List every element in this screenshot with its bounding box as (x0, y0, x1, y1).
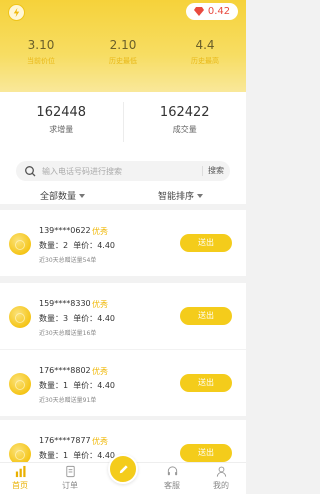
qty-label: 数量： (39, 381, 63, 390)
qty-value: 3 (63, 314, 69, 323)
search-box: 搜索 (16, 161, 230, 181)
order-detail: 数量：3 单价：4.40 (39, 313, 115, 324)
order-detail: 数量：2 单价：4.40 (39, 240, 115, 251)
avatar (9, 306, 31, 328)
quality-badge: 优秀 (92, 437, 108, 446)
summary-panel: 162448 求增量 162422 成交量 (0, 92, 246, 152)
price-label: 单价： (73, 314, 98, 323)
publish-button[interactable] (108, 454, 138, 484)
search-icon (25, 166, 36, 177)
person-icon (216, 466, 226, 477)
tab-orders[interactable]: 订单 (50, 465, 90, 491)
tab-label: 我的 (213, 481, 229, 490)
price-label: 单价： (73, 451, 98, 460)
price-value: 4.40 (97, 314, 115, 323)
logo-icon[interactable] (8, 4, 25, 21)
tab-label: 首页 (12, 481, 28, 490)
order-detail: 数量：1 单价：4.40 (39, 450, 115, 461)
tab-mine[interactable]: 我的 (201, 465, 241, 491)
filter-label: 全部数量 (40, 192, 77, 202)
qty-label: 数量： (39, 241, 63, 250)
balance-pill[interactable]: 0.42 (186, 3, 238, 20)
summary-value: 162448 (36, 105, 87, 120)
order-phone: 176****8802 (39, 366, 91, 375)
tab-service[interactable]: 客服 (152, 465, 192, 491)
order-phone: 176****7877 (39, 436, 91, 445)
filter-label: 智能排序 (158, 192, 195, 202)
quality-badge: 优秀 (92, 367, 108, 376)
stat-highest: 4.4 历史最高 (164, 38, 246, 66)
avatar (9, 233, 31, 255)
tab-home[interactable]: 首页 (0, 465, 40, 491)
tab-label: 客服 (164, 481, 180, 490)
order-detail: 数量：1 单价：4.40 (39, 380, 115, 391)
avatar (9, 373, 31, 395)
send-button[interactable]: 送出 (180, 444, 232, 462)
qty-label: 数量： (39, 451, 63, 460)
stat-label: 历史最低 (109, 57, 137, 65)
search-input[interactable] (42, 164, 172, 178)
summary-value: 162422 (159, 105, 210, 120)
quantity-filter[interactable]: 全部数量 (40, 189, 86, 202)
header: 0.42 3.10 当前价位 2.10 历史最低 4.4 历史最高 (0, 0, 246, 92)
order-note: 近30天总赠送量91单 (39, 397, 97, 404)
stat-lowest: 2.10 历史最低 (82, 38, 164, 66)
qty-value: 1 (63, 451, 69, 460)
summary-demand: 162448 求增量 (0, 92, 123, 152)
document-icon (65, 465, 75, 478)
stat-value: 4.4 (195, 38, 215, 52)
price-label: 单价： (73, 381, 98, 390)
divider (202, 166, 203, 176)
tab-bar: 首页 订单 客服 我的 (0, 454, 246, 494)
order-note: 近30天总赠送量54单 (39, 257, 97, 264)
order-card: 139****0622 优秀 数量：2 单价：4.40 近30天总赠送量54单 … (0, 210, 246, 276)
order-phone: 159****8330 (39, 299, 91, 308)
price-value: 4.40 (97, 381, 115, 390)
stat-label: 历史最高 (191, 57, 219, 65)
quality-badge: 优秀 (92, 227, 108, 236)
qty-value: 2 (63, 241, 69, 250)
summary-label: 求增量 (49, 125, 74, 134)
summary-deals: 162422 成交量 (124, 92, 247, 152)
quality-badge: 优秀 (92, 300, 108, 309)
order-phone: 139****0622 (39, 226, 91, 235)
tab-label: 订单 (62, 481, 78, 490)
order-note: 近30天总赠送量16单 (39, 330, 97, 337)
stat-current: 3.10 当前价位 (0, 38, 82, 66)
price-value: 4.40 (97, 241, 115, 250)
chevron-down-icon (79, 193, 86, 198)
qty-value: 1 (63, 381, 69, 390)
balance-value: 0.42 (207, 6, 231, 17)
stat-label: 当前价位 (27, 57, 55, 65)
order-card: 176****8802 优秀 数量：1 单价：4.40 近30天总赠送量91单 … (0, 350, 246, 416)
search-row: 搜索 全部数量 智能排序 (0, 152, 246, 204)
pencil-icon (119, 464, 128, 473)
order-card: 159****8330 优秀 数量：3 单价：4.40 近30天总赠送量16单 … (0, 283, 246, 349)
diamond-icon (193, 7, 204, 16)
send-button[interactable]: 送出 (180, 234, 232, 252)
stat-value: 3.10 (27, 38, 55, 52)
price-label: 单价： (73, 241, 98, 250)
chevron-down-icon (197, 193, 204, 198)
send-button[interactable]: 送出 (180, 307, 232, 325)
search-button[interactable]: 搜索 (208, 165, 224, 176)
qty-label: 数量： (39, 314, 63, 323)
bar-chart-icon (15, 465, 26, 478)
headset-icon (167, 466, 177, 476)
stat-value: 2.10 (109, 38, 137, 52)
send-button[interactable]: 送出 (180, 374, 232, 392)
sort-filter[interactable]: 智能排序 (158, 189, 204, 202)
summary-label: 成交量 (172, 125, 197, 134)
